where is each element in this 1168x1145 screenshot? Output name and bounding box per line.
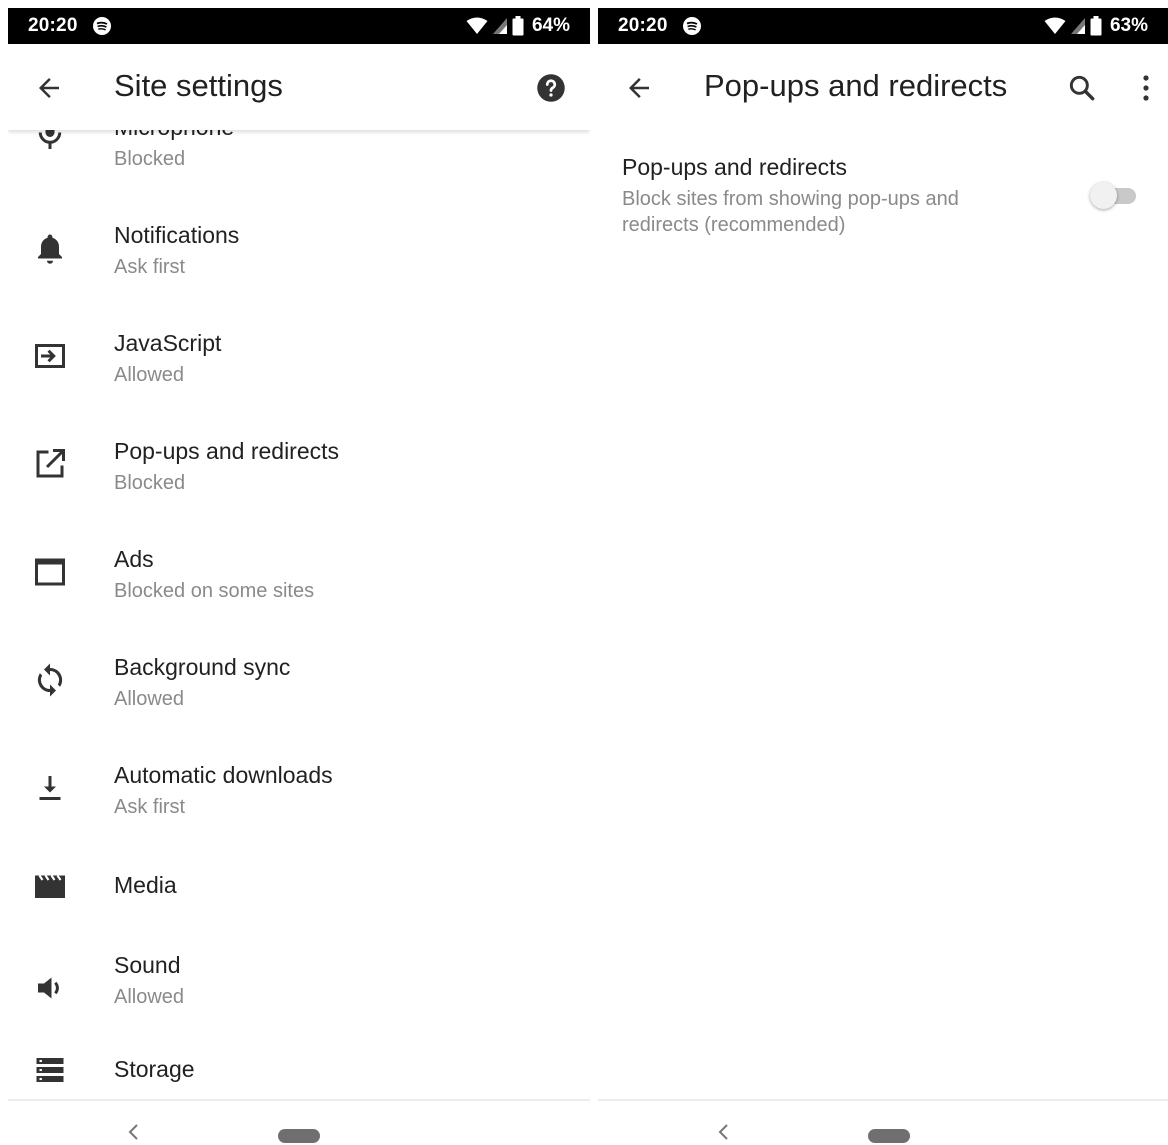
setting-row-storage[interactable]: Storage (8, 1030, 590, 1100)
sync-icon (37, 663, 63, 697)
setting-subtitle: Allowed (114, 986, 185, 1008)
back-arrow-icon[interactable] (624, 73, 654, 103)
setting-subtitle: Blocked (114, 472, 186, 494)
battery-icon (512, 16, 524, 36)
nav-home-pill[interactable] (278, 1129, 320, 1143)
nav-back-icon[interactable] (716, 1123, 732, 1141)
bell-icon (38, 234, 62, 264)
status-bar: 20:20 63% (598, 8, 1168, 44)
movie-icon (35, 874, 65, 898)
battery-icon (1090, 16, 1102, 36)
site-settings-list: Microphone Blocked Notifications Ask fir… (8, 130, 590, 1100)
navigation-bar (598, 1099, 1168, 1145)
setting-title: Automatic downloads (114, 762, 333, 788)
setting-row-microphone[interactable]: Microphone Blocked (8, 130, 590, 184)
spotify-icon (682, 16, 702, 36)
setting-subtitle: Ask first (114, 796, 186, 818)
setting-subtitle: Ask first (114, 256, 186, 278)
wifi-icon (466, 17, 488, 34)
setting-title: JavaScript (114, 330, 222, 356)
signal-icon (492, 18, 507, 34)
setting-row-notifications[interactable]: Notifications Ask first (8, 184, 590, 292)
signal-icon (1070, 18, 1085, 34)
battery-percent: 64% (531, 15, 570, 36)
setting-row-media[interactable]: Media (8, 832, 590, 940)
setting-row-popups[interactable]: Pop-ups and redirects Blocked (8, 400, 590, 508)
back-arrow-icon[interactable] (34, 73, 64, 103)
setting-title: Media (114, 872, 177, 898)
setting-title: Ads (114, 546, 154, 572)
open-in-new-icon (36, 449, 65, 478)
more-vert-icon[interactable] (1136, 72, 1156, 104)
spotify-icon (92, 16, 112, 36)
setting-title: Notifications (114, 222, 240, 248)
setting-subtitle: Allowed (114, 688, 185, 710)
volume-icon (38, 977, 59, 999)
popups-preference-row[interactable]: Pop-ups and redirects Block sites from s… (622, 152, 1144, 252)
battery-percent: 63% (1109, 15, 1148, 36)
toggle-thumb (1090, 182, 1117, 209)
phone-popups-and-redirects: 20:20 63% Pop-ups and redirects Pop-ups … (598, 8, 1168, 1145)
setting-subtitle: Blocked on some sites (114, 580, 315, 602)
status-time: 20:20 (28, 15, 78, 36)
setting-row-automatic-downloads[interactable]: Automatic downloads Ask first (8, 724, 590, 832)
search-icon[interactable] (1066, 72, 1098, 104)
setting-title: Pop-ups and redirects (114, 438, 340, 464)
setting-subtitle: Allowed (114, 364, 185, 386)
page-title: Site settings (114, 68, 283, 103)
status-bar: 20:20 64% (8, 8, 590, 44)
phone-site-settings: 20:20 64% Site settings Microphone Block… (8, 8, 590, 1145)
preference-title: Pop-ups and redirects (622, 154, 848, 180)
setting-row-background-sync[interactable]: Background sync Allowed (8, 616, 590, 724)
preference-summary: Block sites from showing pop-ups and red… (622, 188, 959, 236)
microphone-icon (38, 130, 62, 149)
nav-home-pill[interactable] (868, 1129, 910, 1143)
setting-row-javascript[interactable]: JavaScript Allowed (8, 292, 590, 400)
setting-title: Microphone (114, 130, 234, 141)
status-time: 20:20 (618, 15, 668, 36)
wifi-icon (1044, 17, 1066, 34)
help-icon[interactable] (536, 73, 566, 103)
app-bar: Pop-ups and redirects (598, 44, 1168, 130)
storage-icon (36, 1058, 64, 1082)
setting-row-ads[interactable]: Ads Blocked on some sites (8, 508, 590, 616)
page-title: Pop-ups and redirects (704, 68, 1008, 103)
popups-toggle-switch[interactable] (1090, 180, 1138, 210)
setting-title: Sound (114, 952, 181, 978)
setting-title: Background sync (114, 654, 291, 680)
navigation-bar (8, 1099, 590, 1145)
javascript-icon (35, 344, 65, 368)
setting-subtitle: Blocked (114, 148, 186, 170)
nav-back-icon[interactable] (126, 1123, 142, 1141)
setting-title: Storage (114, 1056, 195, 1082)
window-icon (35, 558, 65, 586)
app-bar: Site settings (8, 44, 590, 130)
download-icon (39, 776, 61, 800)
